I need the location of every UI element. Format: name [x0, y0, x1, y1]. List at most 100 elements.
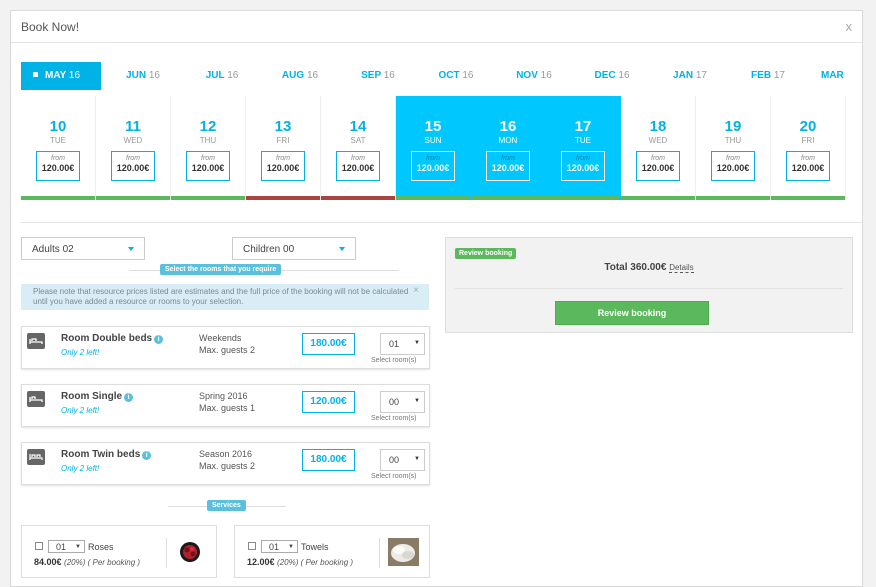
day-cell-18[interactable]: 18 WED from 120.00€: [621, 96, 696, 200]
month-tab-oct[interactable]: OCT 16: [416, 62, 496, 90]
day-cell-17[interactable]: 17 TUE from 120.00€: [546, 96, 621, 200]
review-booking-button[interactable]: Review booking: [555, 301, 709, 325]
info-icon[interactable]: i: [154, 335, 164, 344]
children-select[interactable]: Children 00: [232, 237, 356, 260]
day-of-week: SAT: [350, 136, 366, 145]
month-tab-jan[interactable]: JAN 17: [650, 62, 730, 90]
room-quantity-value: 01: [389, 339, 400, 349]
room-quantity-select[interactable]: 01 ▼: [380, 333, 425, 355]
triangle-down-icon: ▼: [75, 544, 81, 550]
day-price: 120.00€: [41, 163, 75, 173]
day-cell-19[interactable]: 19 THU from 120.00€: [696, 96, 771, 200]
availability-bar: [771, 196, 845, 200]
availability-bar: [696, 196, 770, 200]
info-icon[interactable]: i: [142, 451, 152, 460]
room-price: 120.00€: [302, 391, 355, 413]
service-quantity-value: 01: [269, 542, 280, 552]
availability-bar: [321, 196, 395, 200]
month-year: 16: [227, 70, 239, 81]
service-price-line: 84.00€ (20%) ( Per booking ): [34, 557, 140, 567]
day-price-box: from 120.00€: [111, 151, 155, 181]
service-quantity-value: 01: [56, 542, 67, 552]
room-season: Season 2016: [199, 449, 253, 459]
info-icon[interactable]: i: [124, 393, 134, 402]
service-price-line: 12.00€ (20%) ( Per booking ): [247, 557, 353, 567]
room-availability: Only 2 left!: [61, 406, 100, 415]
service-price: 84.00€: [34, 557, 62, 567]
day-of-week: TUE: [50, 136, 66, 145]
month-year: 16: [540, 70, 552, 81]
from-label: from: [576, 155, 590, 162]
room-quantity-select[interactable]: 00 ▼: [380, 449, 425, 471]
room-name-text: Room Double beds: [61, 333, 153, 344]
page-background: Book Now! x MAY 16 JUN 16 JUL 16 AUG 16 …: [0, 0, 876, 587]
select-rooms-label: Select room(s): [371, 415, 417, 422]
review-tag: Review booking: [455, 248, 517, 259]
single-bed-icon: [27, 391, 45, 407]
availability-bar: [546, 196, 620, 200]
month-name: NOV: [516, 70, 538, 81]
day-cell-14[interactable]: 14 SAT from 120.00€: [321, 96, 396, 200]
day-price-box: from 120.00€: [261, 151, 305, 181]
room-card-single: Room Single i Only 2 left! Spring 2016 Ma…: [21, 384, 430, 427]
day-cell-10[interactable]: 10 TUE from 120.00€: [21, 96, 96, 200]
day-price-box: from 120.00€: [36, 151, 80, 181]
day-cell-20[interactable]: 20 FRI from 120.00€: [771, 96, 846, 200]
month-tab-nov[interactable]: NOV 16: [494, 62, 574, 90]
day-price-box: from 120.00€: [336, 151, 380, 181]
day-price-box: from 120.00€: [636, 151, 680, 181]
service-price: 12.00€: [247, 557, 275, 567]
from-label: from: [51, 155, 65, 162]
month-selector: MAY 16 JUN 16 JUL 16 AUG 16 SEP 16 OCT 1…: [21, 62, 862, 90]
room-quantity-select[interactable]: 00 ▼: [380, 391, 425, 413]
month-name: SEP: [361, 70, 381, 81]
month-name: JUN: [126, 70, 147, 81]
alert-close-icon[interactable]: ×: [413, 286, 419, 296]
close-icon[interactable]: x: [846, 19, 853, 34]
triangle-down-icon: ▼: [414, 398, 420, 404]
day-of-week: WED: [123, 136, 143, 145]
service-quantity-select[interactable]: 01 ▼: [48, 540, 85, 553]
alert-text: Please note that resource prices listed …: [33, 287, 409, 306]
service-checkbox[interactable]: [35, 542, 43, 550]
room-guests: Max. guests 2: [199, 461, 256, 471]
day-cell-15[interactable]: 15 SUN from 120.00€: [396, 96, 471, 200]
divider: [379, 538, 380, 568]
day-number: 15: [424, 118, 442, 135]
divider: [21, 222, 862, 223]
rooms-heading: Select the rooms that you require: [160, 264, 282, 275]
month-tab-sep[interactable]: SEP 16: [338, 62, 418, 90]
month-tab-mar[interactable]: MAR: [821, 62, 862, 90]
day-cell-16[interactable]: 16 MON from 120.00€: [471, 96, 546, 200]
availability-bar: [396, 196, 470, 200]
day-cell-13[interactable]: 13 FRI from 120.00€: [246, 96, 321, 200]
availability-bar: [246, 196, 320, 200]
service-quantity-select[interactable]: 01 ▼: [261, 540, 298, 553]
day-of-week: TUE: [575, 136, 591, 145]
day-cell-12[interactable]: 12 THU from 120.00€: [171, 96, 246, 200]
month-tab-dec[interactable]: DEC 16: [572, 62, 652, 90]
day-price: 120.00€: [641, 163, 675, 173]
room-availability: Only 2 left!: [61, 464, 100, 473]
month-tab-jul[interactable]: JUL 16: [182, 62, 262, 90]
day-cell-11[interactable]: 11 WED from 120.00€: [96, 96, 171, 200]
from-label: from: [501, 155, 515, 162]
select-rooms-label: Select room(s): [371, 357, 417, 364]
month-tab-feb[interactable]: FEB 17: [728, 62, 808, 90]
day-of-week: WED: [648, 136, 668, 145]
adults-select[interactable]: Adults 02: [21, 237, 145, 260]
availability-bar: [471, 196, 545, 200]
month-year: 17: [695, 70, 707, 81]
active-month-square-icon: [33, 72, 38, 77]
day-price-box: from 120.00€: [711, 151, 755, 181]
details-link[interactable]: Details: [669, 263, 694, 273]
service-checkbox[interactable]: [248, 542, 256, 550]
month-tab-jun[interactable]: JUN 16: [103, 62, 183, 90]
month-name: JAN: [673, 70, 694, 81]
triangle-down-icon: ▼: [414, 456, 420, 462]
room-name: Room Double beds i: [61, 333, 164, 344]
month-tab-may[interactable]: MAY 16: [21, 62, 101, 90]
modal-header: Book Now! x: [11, 11, 862, 43]
month-tab-aug[interactable]: AUG 16: [260, 62, 340, 90]
month-year: 16: [618, 70, 630, 81]
